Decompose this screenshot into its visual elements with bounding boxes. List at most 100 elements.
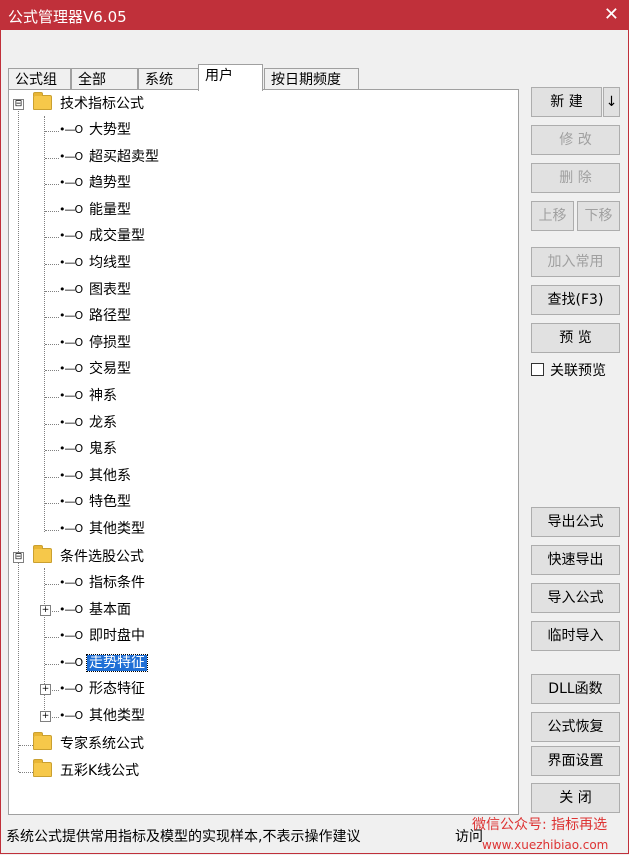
tree-item[interactable]: •—O 趋势型 [59,172,133,194]
export-formula-button[interactable]: 导出公式 [531,507,620,537]
tree-item[interactable]: •—O 交易型 [59,358,133,380]
formula-key-icon: •—O [59,682,83,696]
formula-key-icon: •—O [59,655,83,669]
tree-item[interactable]: •—O 能量型 [59,199,133,221]
formula-key-icon: •—O [59,522,83,535]
tree-item-label: 其他系 [89,467,131,484]
delete-button[interactable]: 删 除 [531,163,620,193]
tree-line [19,745,33,746]
tree-item-label: 即时盘中 [89,628,145,645]
temp-import-button[interactable]: 临时导入 [531,621,620,651]
quick-export-button[interactable]: 快速导出 [531,545,620,575]
tree-item[interactable]: •—O 其他系 [59,465,133,487]
tree-group-expert-system[interactable]: 专家系统公式 [33,732,146,755]
folder-icon [33,759,52,777]
tree-item[interactable]: •—O 鬼系 [59,438,119,460]
formula-key-icon: •—O [59,468,83,482]
tree-item[interactable]: •—O 停损型 [59,332,133,354]
tree-line [45,663,59,665]
formula-key-icon: •—O [59,282,83,296]
watermark-text: 微信公众号: 指标再选 [472,817,608,833]
preview-button[interactable]: 预 览 [531,323,620,353]
tree-item[interactable]: •—O 特色型 [59,491,133,513]
tree-line [45,131,59,132]
formula-key-icon: •—O [59,415,83,429]
collapse-icon[interactable]: ⊟ [13,99,24,110]
tree-item[interactable]: •—O 路径型 [59,305,133,327]
formula-tree[interactable]: ⊟ 技术指标公式 •—O 大势型 •—O 超买超卖型 •—O 趋势型 •—O 能量型 •—O 成交… [8,89,519,815]
tree-item-label: 走势特征 [86,653,148,672]
new-dropdown-arrow-icon[interactable]: ↓ [603,87,620,117]
formula-key-icon: •—O [59,389,83,402]
tree-item[interactable]: •—O 即时盘中 [59,625,147,647]
modify-button[interactable]: 修 改 [531,125,620,155]
tree-item[interactable]: + •—O 形态特征 [40,678,147,700]
tree-item-label: 路径型 [89,308,131,325]
tree-item-label: 能量型 [89,201,131,218]
tab-all[interactable]: 全部 [71,68,138,90]
collapse-icon[interactable]: ⊟ [13,552,24,563]
tab-by-date-frequency[interactable]: 按日期频度 [264,68,359,90]
tab-system[interactable]: 系统 [138,68,201,90]
tree-item-label: 交易型 [89,361,131,378]
restore-formula-button[interactable]: 公式恢复 [531,712,620,742]
tree-line [45,530,59,531]
status-text: 系统公式提供常用指标及模型的实现样本,不表示操作建议 [6,829,361,845]
import-formula-button[interactable]: 导入公式 [531,583,620,613]
tree-item-label: 均线型 [89,255,131,271]
tree-item-label: 神系 [89,388,117,404]
tree-item-label: 其他类型 [89,708,145,724]
move-up-button[interactable]: 上移 [531,201,574,231]
tree-item[interactable]: •—O 图表型 [59,279,133,301]
tree-group-technical[interactable]: ⊟ 技术指标公式 [13,92,146,115]
tree-item-label: 其他类型 [89,521,145,537]
expand-icon[interactable]: + [40,604,51,616]
tree-item[interactable]: •—O 指标条件 [59,572,147,594]
tree-item[interactable]: + •—O 基本面 [40,599,133,621]
tree-line [45,343,59,345]
tab-formula-group[interactable]: 公式组 [8,68,71,90]
tree-line [45,450,59,452]
new-button[interactable]: 新 建 [531,87,602,117]
formula-key-icon: •—O [59,149,83,163]
move-down-button[interactable]: 下移 [577,201,620,231]
tree-group-label: 条件选股公式 [60,549,144,565]
expand-icon[interactable]: + [40,684,51,696]
tree-line [45,157,59,159]
formula-key-icon: •—O [59,202,83,216]
linked-preview-checkbox-row[interactable]: 关联预览 [531,362,606,380]
tree-item[interactable]: + •—O 其他类型 [40,705,147,727]
linked-preview-label: 关联预览 [550,363,606,379]
tree-line [45,584,59,585]
tree-line [45,370,59,372]
tree-line [45,637,59,639]
linked-preview-checkbox[interactable] [531,363,544,376]
watermark-url: www.xuezhibiao.com [482,838,609,852]
tree-line [44,116,45,532]
expand-icon[interactable]: + [40,711,51,722]
tree-item[interactable]: •—O 成交量型 [59,225,147,247]
ui-settings-button[interactable]: 界面设置 [531,746,620,776]
tree-item[interactable]: •—O 均线型 [59,252,133,274]
tab-user[interactable]: 用户 [198,64,263,91]
tree-line [45,264,59,265]
formula-key-icon: •—O [59,309,83,323]
dll-function-button[interactable]: DLL函数 [531,674,620,704]
tree-group-stock-selection[interactable]: ⊟ 条件选股公式 [13,545,146,568]
tree-item[interactable]: •—O 龙系 [59,412,119,434]
tree-item-label: 鬼系 [89,441,117,458]
formula-key-icon: •—O [59,123,83,136]
find-button[interactable]: 查找(F3) [531,285,620,315]
tree-group-color-kline[interactable]: 五彩K线公式 [33,759,141,782]
tree-item[interactable]: •—O 超买超卖型 [59,146,161,168]
tree-item[interactable]: •—O 大势型 [59,119,133,141]
tree-line [45,210,59,212]
tree-line [45,423,59,425]
tree-item[interactable]: •—O 神系 [59,385,119,407]
add-common-button[interactable]: 加入常用 [531,247,620,277]
close-button[interactable]: 关 闭 [531,783,620,813]
tree-item-label: 停损型 [89,334,131,351]
close-icon[interactable]: ✕ [604,4,619,25]
tree-item[interactable]: •—O 走势特征 [59,652,148,674]
tree-item[interactable]: •—O 其他类型 [59,518,147,540]
